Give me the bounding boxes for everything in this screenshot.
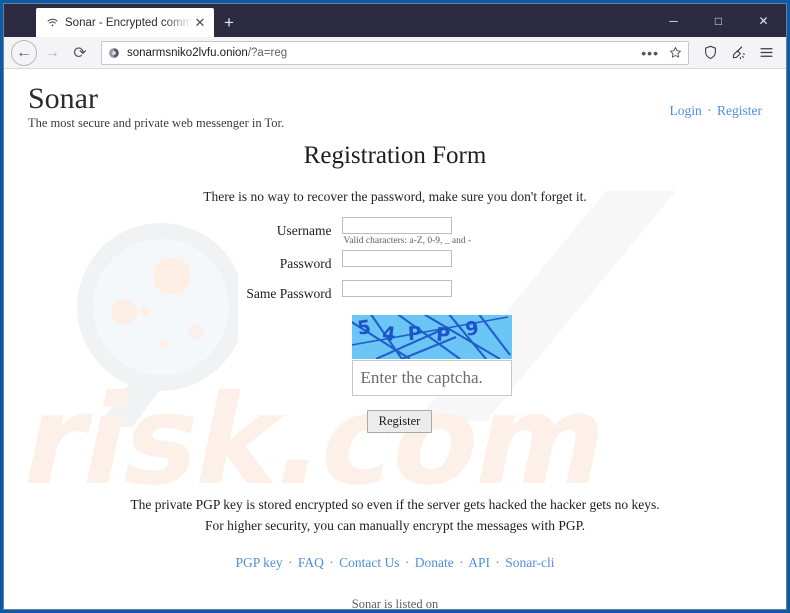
password-label: Password [279,256,332,272]
url-path: /?a=reg [247,46,288,59]
footer-separator: · [495,555,500,571]
username-label: Username [276,223,332,239]
page-actions-icon[interactable]: ••• [638,46,662,60]
password-input[interactable] [341,250,452,268]
branding: Sonar The most secure and private web me… [28,82,285,131]
reload-button[interactable]: ⟳ [67,40,93,66]
url-bar[interactable]: sonarmsniko2lvfu.onion/?a=reg ••• [101,40,689,65]
footer-separator: · [404,555,410,571]
login-link[interactable]: Login [670,103,702,118]
password-field-col [341,250,614,268]
username-hint: Valid characters: a-Z, 0-9, _ and - [343,236,472,247]
browser-tab-sonar[interactable]: Sonar - Encrypted communicat ✕ [36,8,214,37]
footer-separator: · [288,555,293,571]
register-link[interactable]: Register [717,103,762,118]
footer-link-contact-us[interactable]: Contact Us [339,555,399,570]
window-controls: ─ □ ✕ [651,4,786,37]
minimize-button[interactable]: ─ [651,4,696,37]
url-text[interactable]: sonarmsniko2lvfu.onion/?a=reg [127,47,631,59]
register-button-wrap: Register [28,410,762,434]
footer-link-api[interactable]: API [468,555,490,570]
close-window-button[interactable]: ✕ [741,4,786,37]
footer-link-sonar-cli[interactable]: Sonar-cli [505,555,554,570]
footer-separator: · [459,555,464,571]
captcha-inner: 5 4 P P 9 [351,315,512,397]
forward-button[interactable]: → [39,40,65,66]
page-title: Registration Form [303,142,487,170]
captcha-image: 5 4 P P 9 [351,315,512,360]
url-host: sonarmsniko2lvfu.onion [127,46,248,59]
tab-strip: Sonar - Encrypted communicat ✕ + [4,4,244,37]
page-viewport: risk.com Sonar The most secure and priva… [4,69,786,609]
site-header: Sonar The most secure and private web me… [28,69,762,131]
star-icon[interactable] [669,46,682,59]
brand-tagline: The most secure and private web messenge… [28,116,285,131]
form-row-same-password: Same Password [28,280,762,302]
back-button[interactable]: ← [11,39,37,66]
hamburger-menu-icon[interactable] [753,40,779,66]
same-password-field-col [341,280,614,298]
browser-window: Sonar - Encrypted communicat ✕ + ─ □ ✕ ←… [0,0,790,613]
page-footer: The private PGP key is stored encrypted … [28,495,762,609]
same-password-input[interactable] [341,280,452,298]
same-password-label: Same Password [246,286,332,302]
footer-links: PGP key · FAQ · Contact Us · Donate · AP… [28,555,762,571]
header-links: Login · Register [670,83,763,119]
captcha-block: 5 4 P P 9 [177,315,614,397]
footer-line-1: The private PGP key is stored encrypted … [130,497,660,513]
form-notice: There is no way to recover the password,… [203,189,587,205]
registration-form: Username Valid characters: a-Z, 0-9, _ a… [28,217,762,434]
tab-title: Sonar - Encrypted communicat [65,16,192,29]
navigation-toolbar: ← → ⟳ sonarmsniko2lvfu.onion/?a=reg ••• [4,37,786,69]
footer-link-donate[interactable]: Donate [415,555,454,570]
footer-link-faq[interactable]: FAQ [298,555,324,570]
username-field-col: Valid characters: a-Z, 0-9, _ and - [341,217,614,247]
tab-close-icon[interactable]: ✕ [192,15,208,31]
register-button[interactable]: Register [366,410,433,434]
page-content: Sonar The most secure and private web me… [4,69,786,609]
captcha-input[interactable] [351,360,512,397]
footer-separator: · [329,555,334,571]
new-tab-button[interactable]: + [214,8,244,37]
maximize-button[interactable]: □ [696,4,741,37]
form-row-username: Username Valid characters: a-Z, 0-9, _ a… [28,217,762,246]
username-input[interactable] [341,217,452,235]
onion-icon[interactable] [108,47,120,59]
brand-name: Sonar [28,82,98,115]
shield-icon[interactable] [697,40,723,66]
header-link-separator: · [707,103,712,118]
footer-link-pgp-key[interactable]: PGP key [235,555,282,570]
footer-line-2: For higher security, you can manually en… [204,517,586,533]
broom-icon[interactable] [725,40,751,66]
wifi-signal-icon [45,16,59,30]
title-bar: Sonar - Encrypted communicat ✕ + ─ □ ✕ [4,4,786,37]
listed-on-label: Sonar is listed on [351,597,439,609]
form-row-password: Password [28,250,762,272]
browser-window-inner: Sonar - Encrypted communicat ✕ + ─ □ ✕ ←… [3,3,787,610]
